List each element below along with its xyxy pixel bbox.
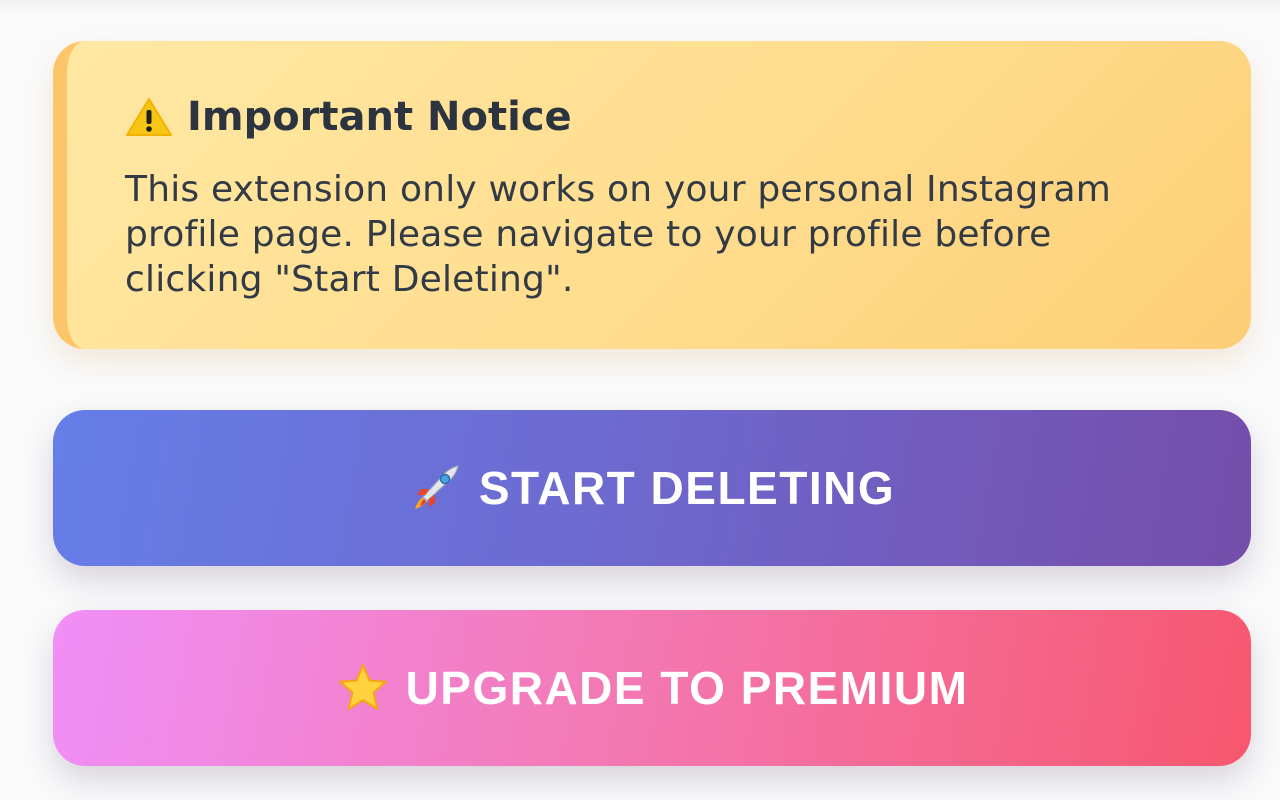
warning-icon xyxy=(126,98,172,136)
start-deleting-label: START DELETING xyxy=(478,462,896,514)
notice-title-row: Important Notice xyxy=(125,93,1251,141)
upgrade-to-premium-label: UPGRADE TO PREMIUM xyxy=(405,662,969,714)
star-icon xyxy=(338,664,387,710)
important-notice-card: Important Notice This extension only wor… xyxy=(53,41,1251,349)
start-deleting-button[interactable]: START DELETING xyxy=(53,410,1251,566)
notice-body-text: This extension only works on your person… xyxy=(125,169,1111,300)
top-shadow xyxy=(0,0,1280,14)
upgrade-to-premium-button[interactable]: UPGRADE TO PREMIUM xyxy=(53,610,1251,766)
rocket-icon xyxy=(414,465,459,509)
notice-title: Important Notice xyxy=(187,94,572,140)
